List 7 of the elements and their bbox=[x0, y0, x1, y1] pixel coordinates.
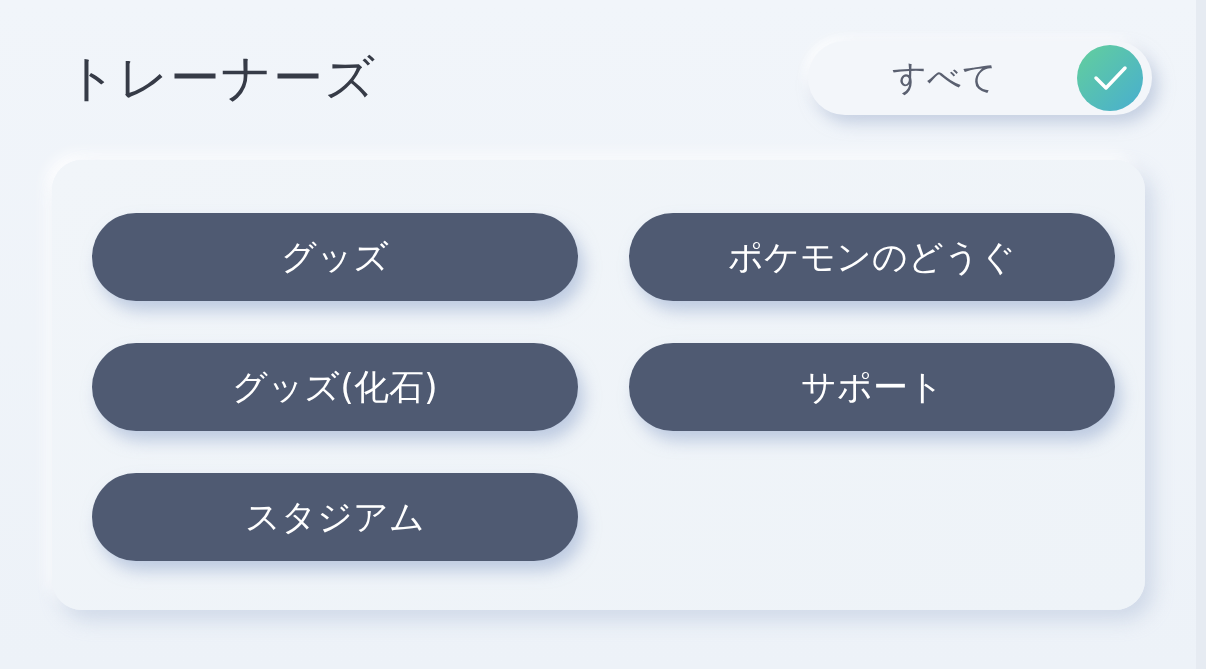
category-button[interactable]: スタジアム bbox=[92, 473, 578, 561]
section-title: トレーナーズ bbox=[66, 47, 376, 109]
category-button[interactable]: ポケモンのどうぐ bbox=[629, 213, 1115, 301]
category-button[interactable]: サポート bbox=[629, 343, 1115, 431]
category-button[interactable]: グッズ(化石) bbox=[92, 343, 578, 431]
category-button[interactable]: グッズ bbox=[92, 213, 578, 301]
select-all-toggle[interactable]: すべて bbox=[808, 41, 1152, 115]
